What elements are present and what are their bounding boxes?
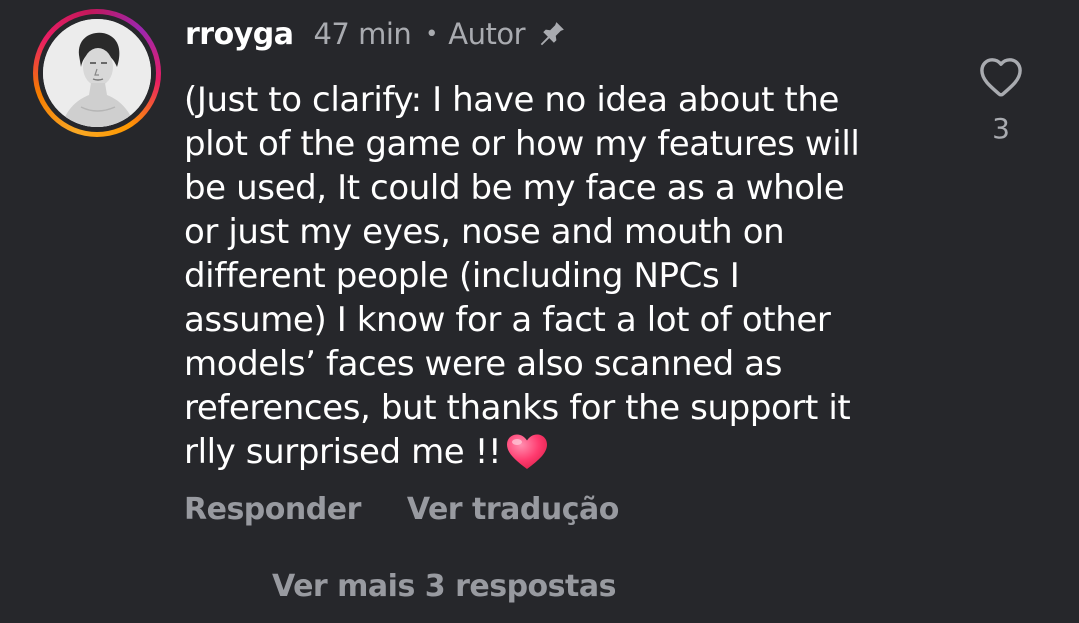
like-control: 3 (974, 56, 1028, 145)
username[interactable]: rroyga (185, 17, 294, 52)
comment-header: rroyga 47 min • Autor (185, 12, 567, 56)
comment-time: 47 min (313, 17, 412, 51)
comment-item: rroyga 47 min • Autor (Just to clarify: … (0, 0, 1079, 623)
avatar-photo-icon (43, 19, 151, 127)
author-badge: Autor (448, 17, 526, 51)
comment-actions: Responder Ver tradução (184, 487, 619, 531)
avatar[interactable] (43, 19, 151, 127)
heart-outline-icon[interactable] (978, 56, 1024, 98)
view-more-replies-button[interactable]: Ver mais 3 respostas (272, 565, 616, 607)
comment-body: (Just to clarify: I have no idea about t… (184, 80, 860, 472)
translate-button[interactable]: Ver tradução (407, 492, 620, 527)
separator-dot: • (425, 21, 439, 47)
pink-heart-emoji-icon (507, 434, 548, 469)
reply-button[interactable]: Responder (184, 492, 361, 527)
story-ring[interactable] (33, 9, 161, 137)
like-count: 3 (992, 112, 1010, 145)
comment-text: (Just to clarify: I have no idea about t… (184, 78, 944, 474)
pin-icon (540, 22, 564, 46)
